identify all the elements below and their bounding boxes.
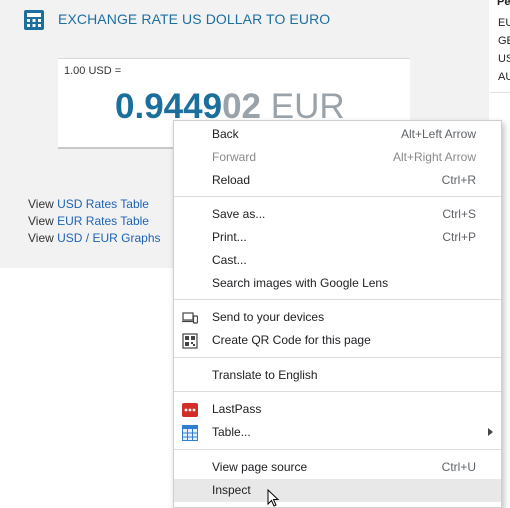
menu-separator	[174, 357, 501, 358]
menu-item-label: Save as...	[212, 207, 266, 221]
rate-base-label: 1.00 USD =	[64, 65, 122, 77]
sidebar-row: US	[498, 53, 510, 65]
menu-item-create-qr-code[interactable]: Create QR Code for this page	[174, 329, 501, 352]
usd-rates-table-link[interactable]: USD Rates Table	[57, 197, 149, 211]
menu-separator	[174, 449, 501, 450]
qr-code-icon	[182, 333, 198, 349]
menu-item-table[interactable]: Table...	[174, 421, 501, 444]
menu-item-google-lens[interactable]: Search images with Google Lens	[174, 272, 501, 295]
menu-item-label: Inspect	[212, 483, 251, 497]
table-icon	[182, 425, 198, 441]
menu-item-print[interactable]: Print... Ctrl+P	[174, 226, 501, 249]
calculator-icon	[24, 10, 44, 30]
menu-item-label: Create QR Code for this page	[212, 333, 371, 347]
sidebar-row: AU	[498, 71, 510, 83]
menu-item-save-as[interactable]: Save as... Ctrl+S	[174, 203, 501, 226]
menu-item-forward[interactable]: Forward Alt+Right Arrow	[174, 146, 501, 169]
menu-item-label: Translate to English	[212, 368, 318, 382]
menu-item-label: Search images with Google Lens	[212, 276, 389, 290]
menu-item-back[interactable]: Back Alt+Left Arrow	[174, 123, 501, 146]
menu-item-label: Table...	[212, 425, 251, 439]
devices-icon	[182, 312, 198, 324]
menu-item-lastpass[interactable]: LastPass	[174, 398, 501, 421]
menu-item-cast[interactable]: Cast...	[174, 249, 501, 272]
link-row-eur-table: View EUR Rates Table	[28, 213, 161, 230]
page-title: EXCHANGE RATE US DOLLAR TO EURO	[58, 11, 331, 27]
link-row-usd-table: View USD Rates Table	[28, 196, 161, 213]
menu-item-label: Print...	[212, 230, 247, 244]
eur-rates-table-link[interactable]: EUR Rates Table	[57, 214, 149, 228]
menu-item-shortcut: Ctrl+R	[441, 173, 476, 187]
link-row-graphs: View USD / EUR Graphs	[28, 230, 161, 247]
menu-item-shortcut: Ctrl+P	[442, 230, 476, 244]
mouse-cursor-icon	[267, 489, 280, 507]
menu-item-label: Cast...	[212, 253, 247, 267]
link-prefix: View	[28, 214, 54, 228]
menu-item-shortcut: Alt+Left Arrow	[400, 127, 476, 141]
menu-item-view-page-source[interactable]: View page source Ctrl+U	[174, 456, 501, 479]
menu-item-translate[interactable]: Translate to English	[174, 364, 501, 387]
sidebar-row: GE	[498, 35, 510, 47]
sidebar-row: EU	[498, 17, 510, 29]
menu-separator	[174, 196, 501, 197]
submenu-arrow-icon	[488, 428, 493, 436]
menu-item-reload[interactable]: Reload Ctrl+R	[174, 169, 501, 192]
sidebar-header: Pe	[497, 0, 510, 8]
menu-item-label: LastPass	[212, 402, 262, 416]
menu-item-shortcut: Ctrl+U	[441, 460, 476, 474]
link-prefix: View	[28, 197, 54, 211]
lastpass-icon	[182, 403, 198, 417]
divider	[490, 92, 510, 93]
menu-item-label: Back	[212, 127, 239, 141]
menu-item-inspect[interactable]: Inspect	[174, 479, 501, 502]
menu-item-send-to-devices[interactable]: Send to your devices	[174, 306, 501, 329]
menu-item-shortcut: Ctrl+S	[442, 207, 476, 221]
context-menu: Back Alt+Left Arrow Forward Alt+Right Ar…	[173, 120, 502, 508]
usd-eur-graphs-link[interactable]: USD / EUR Graphs	[57, 231, 160, 245]
menu-item-label: Send to your devices	[212, 310, 325, 324]
view-links: View USD Rates Table View EUR Rates Tabl…	[28, 196, 161, 247]
link-prefix: View	[28, 231, 54, 245]
menu-separator	[174, 391, 501, 392]
menu-item-shortcut: Alt+Right Arrow	[392, 150, 476, 164]
menu-item-label: Reload	[212, 173, 251, 187]
menu-item-label: Forward	[212, 150, 257, 164]
menu-separator	[174, 299, 501, 300]
menu-item-label: View page source	[212, 460, 308, 474]
